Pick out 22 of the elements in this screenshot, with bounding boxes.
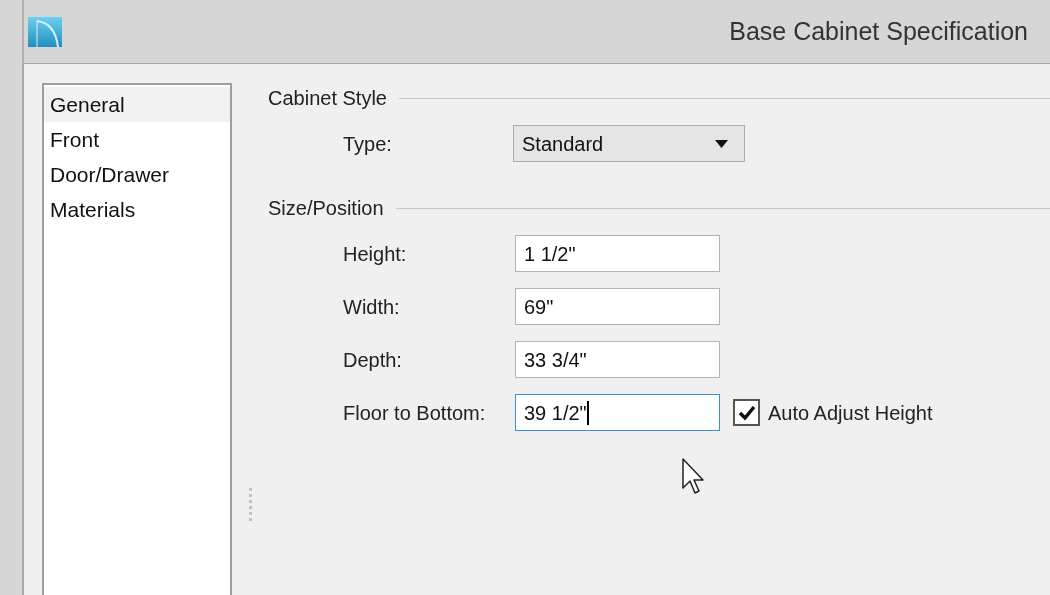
input-field[interactable]: 69" [515, 288, 720, 325]
section-title: Size/Position [268, 196, 384, 221]
input-field[interactable]: 1 1/2" [515, 235, 720, 272]
sidebar-item[interactable]: General [44, 87, 230, 122]
app-logo-icon [28, 16, 62, 47]
caret-icon [715, 139, 728, 148]
mouse-pointer-icon [681, 458, 707, 496]
field-label: Width: [343, 294, 401, 320]
input-field[interactable]: 39 1/2" [515, 394, 720, 431]
window-title: Base Cabinet Specification [729, 15, 1028, 47]
check-icon [737, 404, 756, 421]
text-cursor [586, 400, 589, 425]
checkbox-label: Auto Adjust Height [768, 400, 933, 426]
input-field[interactable]: 33 3/4" [515, 341, 720, 378]
checkbox[interactable] [733, 399, 760, 426]
field-label: Type: [343, 131, 393, 157]
field-label: Height: [343, 241, 408, 267]
section-title: Cabinet Style [268, 86, 387, 111]
splitter-handle-icon[interactable] [248, 488, 252, 522]
field-label: Floor to Bottom: [343, 400, 487, 426]
field-label: Depth: [343, 347, 403, 373]
type-dropdown[interactable]: Standard [513, 125, 745, 162]
